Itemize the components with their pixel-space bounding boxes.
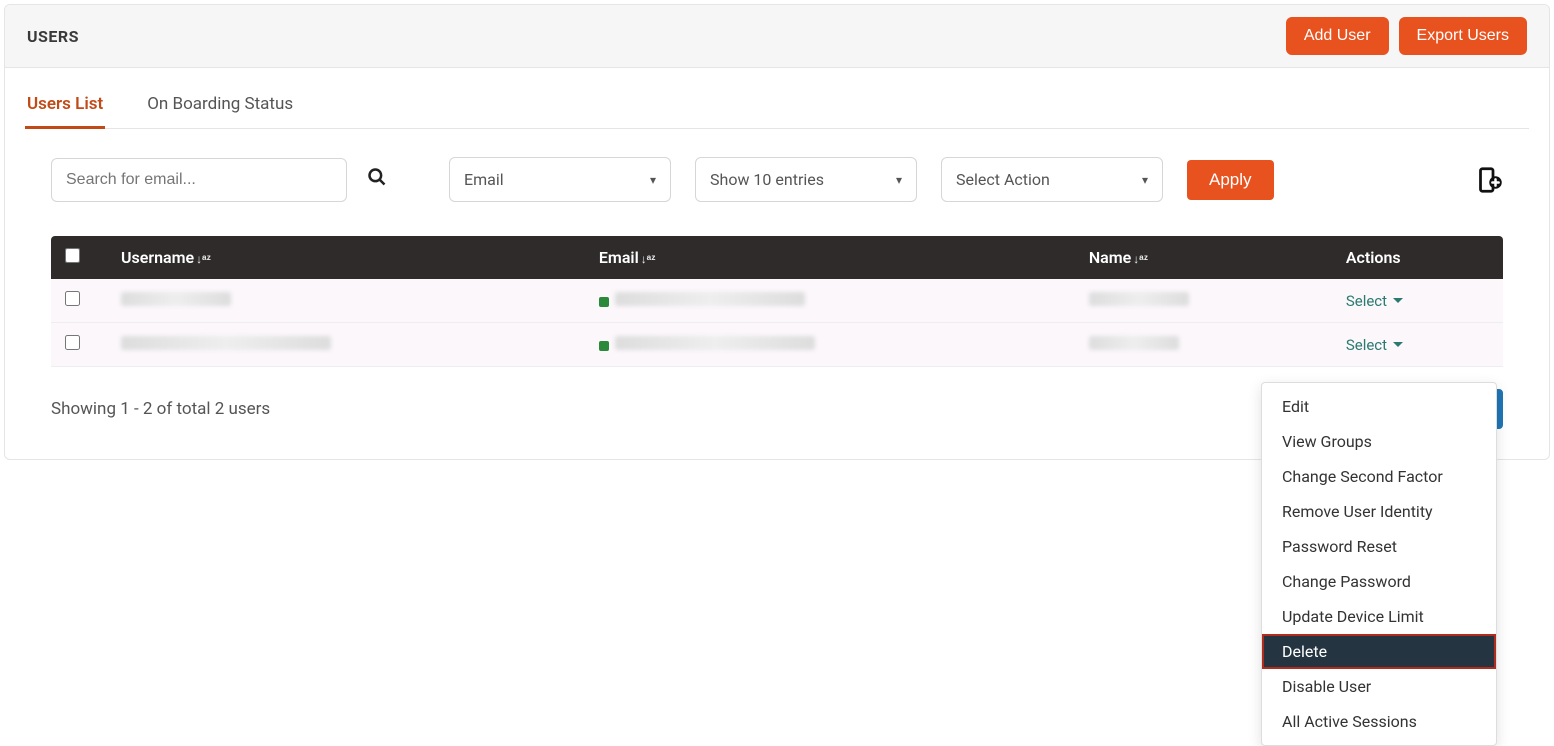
sort-icon: ↓ᵃᶻ: [196, 252, 211, 266]
status-dot-icon: [599, 297, 609, 307]
caret-down-icon: [1393, 342, 1403, 347]
bulk-action-value: Select Action: [956, 170, 1050, 189]
search-input[interactable]: [51, 158, 347, 202]
tabs: Users List On Boarding Status: [25, 82, 1529, 129]
panel-header: USERS Add User Export Users: [5, 5, 1549, 68]
row-action-select[interactable]: Select: [1346, 292, 1403, 310]
page-size-value: Show 10 entries: [710, 170, 824, 189]
users-table: Username↓ᵃᶻ Email↓ᵃᶻ Name↓ᵃᶻ Actions: [51, 236, 1503, 367]
menu-view-groups[interactable]: View Groups: [1262, 424, 1496, 459]
menu-update-device-limit[interactable]: Update Device Limit: [1262, 599, 1496, 634]
menu-change-password[interactable]: Change Password: [1262, 564, 1496, 599]
filters-row: Email ▾ Show 10 entries ▾ Select Action …: [25, 157, 1529, 202]
cell-name: [1075, 279, 1332, 323]
search-icon[interactable]: [367, 167, 387, 192]
sort-icon: ↓ᵃᶻ: [1133, 252, 1148, 266]
chevron-down-icon: ▾: [896, 173, 902, 187]
add-device-icon[interactable]: [1473, 165, 1503, 195]
col-username[interactable]: Username↓ᵃᶻ: [107, 236, 585, 279]
cell-email: [585, 323, 1075, 367]
caret-down-icon: [1393, 298, 1403, 303]
menu-edit[interactable]: Edit: [1262, 389, 1496, 424]
menu-disable-user[interactable]: Disable User: [1262, 669, 1496, 704]
export-users-button[interactable]: Export Users: [1399, 17, 1527, 55]
page-size-select[interactable]: Show 10 entries ▾: [695, 157, 917, 202]
add-user-button[interactable]: Add User: [1286, 17, 1389, 55]
tab-onboarding-status[interactable]: On Boarding Status: [145, 82, 295, 128]
row-actions-menu: Edit View Groups Change Second Factor Re…: [1261, 382, 1497, 746]
row-checkbox[interactable]: [65, 335, 80, 350]
table-row: Select: [51, 323, 1503, 367]
col-actions: Actions: [1332, 236, 1503, 279]
showing-count: Showing 1 - 2 of total 2 users: [51, 399, 270, 419]
row-checkbox[interactable]: [65, 291, 80, 306]
apply-button[interactable]: Apply: [1187, 160, 1274, 200]
cell-name: [1075, 323, 1332, 367]
menu-delete[interactable]: Delete: [1262, 634, 1496, 669]
search-field-select[interactable]: Email ▾: [449, 157, 671, 202]
sort-icon: ↓ᵃᶻ: [641, 252, 656, 266]
menu-password-reset[interactable]: Password Reset: [1262, 529, 1496, 564]
col-name[interactable]: Name↓ᵃᶻ: [1075, 236, 1332, 279]
tab-users-list[interactable]: Users List: [25, 82, 105, 128]
col-email[interactable]: Email↓ᵃᶻ: [585, 236, 1075, 279]
menu-all-active-sessions[interactable]: All Active Sessions: [1262, 704, 1496, 739]
cell-email: [585, 279, 1075, 323]
status-dot-icon: [599, 341, 609, 351]
table-row: Select: [51, 279, 1503, 323]
header-actions: Add User Export Users: [1286, 17, 1527, 55]
menu-remove-user-identity[interactable]: Remove User Identity: [1262, 494, 1496, 529]
cell-username: [107, 279, 585, 323]
chevron-down-icon: ▾: [1142, 173, 1148, 187]
row-action-select[interactable]: Select: [1346, 336, 1403, 354]
menu-change-second-factor[interactable]: Change Second Factor: [1262, 459, 1496, 494]
bulk-action-select[interactable]: Select Action ▾: [941, 157, 1163, 202]
chevron-down-icon: ▾: [650, 173, 656, 187]
select-all-checkbox[interactable]: [65, 248, 80, 263]
page-title: USERS: [27, 27, 79, 46]
select-all-header: [51, 236, 107, 279]
search-field-value: Email: [464, 170, 504, 189]
cell-username: [107, 323, 585, 367]
